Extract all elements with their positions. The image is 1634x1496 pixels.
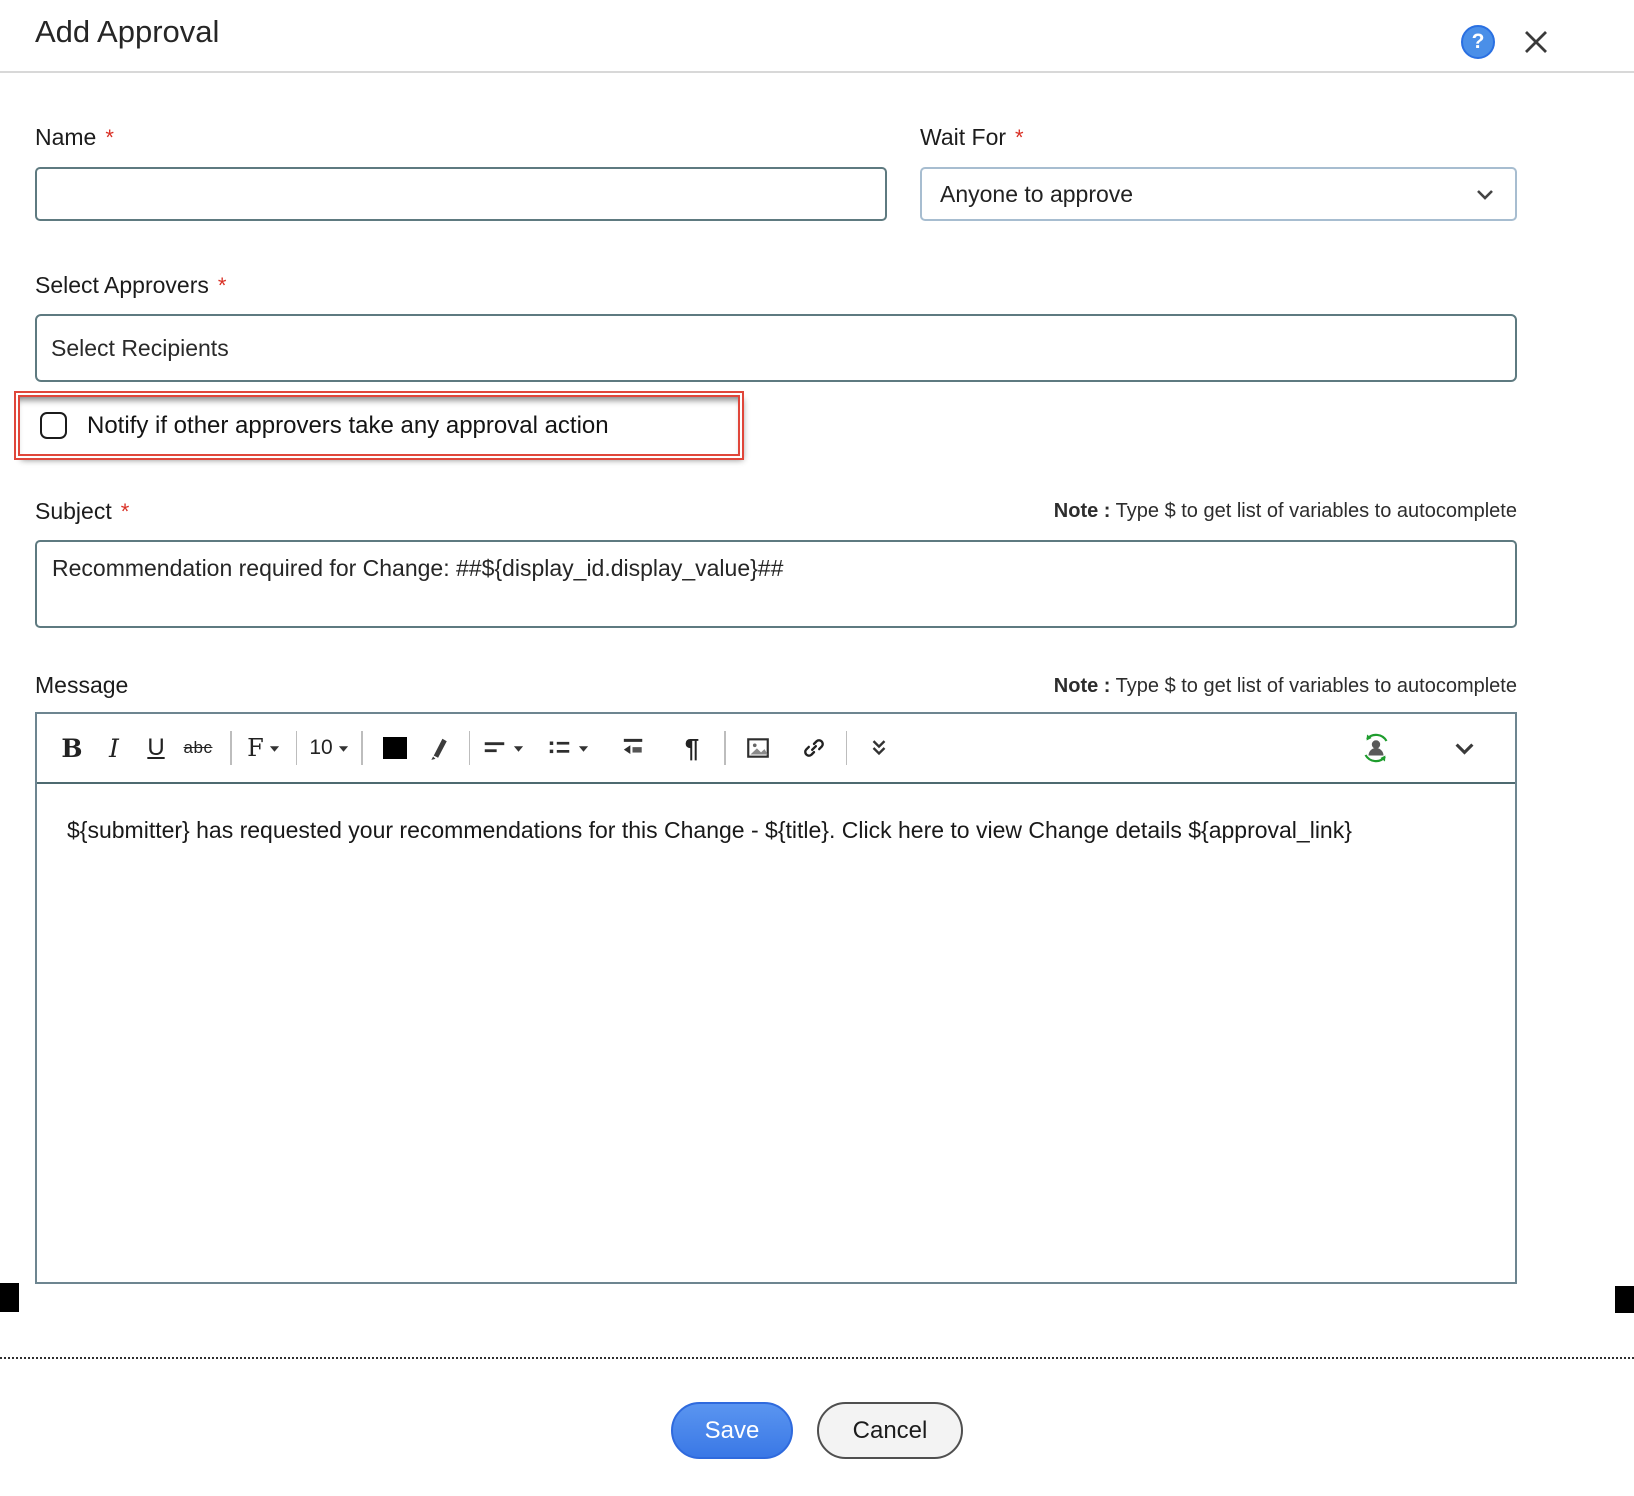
- align-left-icon: [481, 735, 508, 761]
- notify-annotation-callout: Notify if other approvers take any appro…: [18, 395, 740, 456]
- text-color-icon[interactable]: [374, 724, 416, 772]
- outdent-icon[interactable]: [611, 724, 653, 772]
- close-icon[interactable]: [1516, 22, 1556, 62]
- insert-link-icon[interactable]: [793, 724, 835, 772]
- dialog-title: Add Approval: [35, 14, 219, 50]
- footer-dotted-divider: [0, 1357, 1634, 1359]
- wait-for-value: Anyone to approve: [940, 181, 1133, 208]
- caret-down-icon: [269, 744, 280, 753]
- message-editor: B I U abc F 10 ¶: [35, 712, 1517, 1284]
- chevron-down-icon: [1473, 182, 1497, 206]
- align-dropdown[interactable]: [481, 724, 524, 772]
- select-approvers-label: Select Approvers*: [35, 272, 226, 299]
- toolbar-separator: [361, 731, 363, 765]
- more-tools-icon[interactable]: [858, 724, 900, 772]
- subject-input[interactable]: Recommendation required for Change: ##${…: [35, 540, 1517, 628]
- required-asterisk: *: [105, 125, 114, 150]
- notify-checkbox[interactable]: [40, 412, 67, 439]
- font-size-dropdown[interactable]: 10: [308, 724, 350, 772]
- select-approvers-placeholder: Select Recipients: [51, 335, 229, 362]
- caret-down-icon: [513, 744, 524, 753]
- toolbar-separator: [724, 731, 726, 765]
- toolbar-separator: [469, 731, 471, 765]
- toolbar-separator: [296, 731, 298, 765]
- bullet-list-icon: [546, 735, 573, 761]
- name-label: Name*: [35, 124, 114, 151]
- required-asterisk: *: [121, 499, 130, 524]
- toolbar-separator: [230, 731, 232, 765]
- toolbar-separator: [846, 731, 848, 765]
- message-label: Message: [35, 672, 128, 699]
- font-family-dropdown[interactable]: F: [243, 724, 285, 772]
- subject-label: Subject*: [35, 498, 129, 525]
- underline-icon[interactable]: U: [135, 724, 177, 772]
- cancel-button[interactable]: Cancel: [817, 1402, 963, 1459]
- rich-text-toolbar: B I U abc F 10 ¶: [37, 714, 1515, 784]
- help-glyph: ?: [1472, 30, 1485, 54]
- bold-icon[interactable]: B: [51, 724, 93, 772]
- message-input[interactable]: ${submitter} has requested your recommen…: [37, 784, 1515, 876]
- wait-for-select[interactable]: Anyone to approve: [920, 167, 1517, 221]
- required-asterisk: *: [218, 273, 227, 298]
- caret-down-icon: [578, 744, 589, 753]
- message-value: ${submitter} has requested your recommen…: [67, 817, 1352, 843]
- notify-label: Notify if other approvers take any appro…: [87, 412, 609, 440]
- help-icon[interactable]: ?: [1461, 25, 1495, 59]
- strikethrough-icon[interactable]: abc: [177, 724, 219, 772]
- subject-value: Recommendation required for Change: ##${…: [52, 555, 783, 581]
- screenshot-artifact-right: [1615, 1286, 1634, 1313]
- name-input[interactable]: [35, 167, 887, 221]
- user-variables-sync-icon[interactable]: [1355, 724, 1397, 772]
- wait-for-label: Wait For*: [920, 124, 1024, 151]
- caret-down-icon: [338, 744, 349, 753]
- italic-icon[interactable]: I: [93, 724, 135, 772]
- subject-note: Note : Type $ to get list of variables t…: [905, 500, 1517, 523]
- required-asterisk: *: [1015, 125, 1024, 150]
- highlight-pen-icon[interactable]: [416, 724, 458, 772]
- collapse-toolbar-icon[interactable]: [1443, 724, 1485, 772]
- footer-actions: Save Cancel: [0, 1402, 1634, 1459]
- screenshot-artifact-left: [0, 1283, 19, 1312]
- toolbar-right-group: [1355, 724, 1501, 772]
- select-approvers-input[interactable]: Select Recipients: [35, 314, 1517, 382]
- insert-image-icon[interactable]: [737, 724, 779, 772]
- list-dropdown[interactable]: [546, 724, 589, 772]
- save-button[interactable]: Save: [671, 1402, 793, 1459]
- message-note: Note : Type $ to get list of variables t…: [905, 675, 1517, 698]
- paragraph-icon[interactable]: ¶: [671, 724, 713, 772]
- header-divider: [0, 71, 1634, 73]
